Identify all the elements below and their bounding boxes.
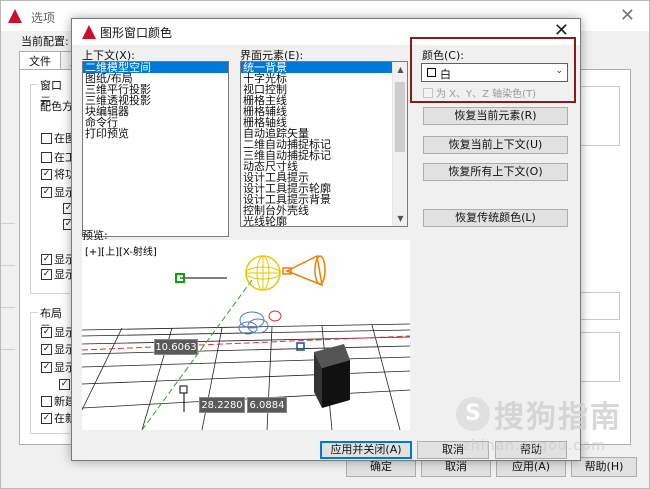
- checkbox[interactable]: [41, 395, 52, 407]
- checkbox-checked[interactable]: ✓: [41, 343, 52, 355]
- gridline: [1, 349, 15, 350]
- checkbox[interactable]: [423, 87, 433, 98]
- restore-current-element-button[interactable]: 恢复当前元素(R): [423, 107, 568, 125]
- gridline: [1, 223, 15, 224]
- chevron-down-icon: ⌄: [555, 66, 563, 76]
- gridline: [1, 265, 15, 266]
- checkbox-checked[interactable]: ✓: [41, 253, 52, 265]
- checkbox-checked[interactable]: ✓: [41, 268, 52, 280]
- dimension-input-box: 28.2280: [199, 397, 245, 413]
- dimension-input-box: 6.0884: [247, 397, 287, 413]
- dimension-input-box: 10.6063: [154, 339, 198, 355]
- color-scheme-label: 配色方: [40, 100, 73, 113]
- gridline: [1, 307, 15, 308]
- element-list-scrollbar[interactable]: ▲ ▼: [392, 62, 407, 226]
- tint-axes-label: 为 X、Y、Z 轴染色(T): [436, 89, 537, 100]
- checkbox-checked[interactable]: ✓: [41, 361, 52, 373]
- viewport-label: [+][上][X-射线]: [85, 247, 157, 258]
- scroll-up-icon[interactable]: ▲: [393, 62, 407, 77]
- restore-all-contexts-button[interactable]: 恢复所有上下文(O): [423, 163, 568, 181]
- checkbox-checked[interactable]: ✓: [41, 186, 52, 198]
- scroll-down-icon[interactable]: ▼: [393, 211, 407, 226]
- scroll-thumb[interactable]: [395, 82, 405, 152]
- watermark-text: 搜狗指南: [494, 400, 622, 435]
- watermark-url: zhinan.sogou.com: [462, 438, 606, 454]
- preview-scene: [82, 254, 410, 430]
- restore-classic-colors-button[interactable]: 恢复传统颜色(L): [423, 209, 568, 227]
- apply-and-close-button[interactable]: 应用并关闭(A): [320, 441, 412, 459]
- autocad-logo-icon: [8, 9, 22, 23]
- sub-checkbox[interactable]: ✓: [59, 377, 70, 391]
- options-close-icon[interactable]: ✕: [620, 5, 635, 26]
- context-list-item[interactable]: 打印预览: [83, 128, 228, 139]
- autocad-logo-icon: [82, 25, 96, 39]
- checkbox-checked[interactable]: ✓: [41, 326, 52, 338]
- tint-axes-checkbox[interactable]: 为 X、Y、Z 轴染色(T): [423, 85, 536, 100]
- watermark: S 搜狗指南: [456, 392, 622, 436]
- color-dropdown[interactable]: 白 ⌄: [421, 63, 568, 82]
- checkbox-checked[interactable]: ✓: [41, 168, 52, 180]
- interface-element-list[interactable]: 统一背景 十字光标 视口控制 栅格主线 栅格辅线 栅格轴线 自动追踪矢量 二维自动捕捉标记 三维…: [240, 61, 408, 227]
- sogou-logo-icon: S: [456, 397, 490, 431]
- checkbox-checked[interactable]: ✓: [59, 378, 70, 390]
- color-label: 颜色(C):: [422, 49, 464, 62]
- checkbox[interactable]: [41, 132, 52, 144]
- restore-current-context-button[interactable]: 恢复当前上下文(U): [423, 136, 568, 154]
- checkbox-checked[interactable]: ✓: [41, 412, 52, 424]
- context-list[interactable]: 二维模型空间 图纸/布局 三维平行投影 三维透视投影 块编辑器 命令行 打印预览: [82, 61, 229, 237]
- options-title: 选项: [31, 11, 56, 25]
- white-swatch-icon: [427, 68, 436, 77]
- tab-files[interactable]: 文件: [19, 51, 61, 69]
- element-items: 统一背景 十字光标 视口控制 栅格主线 栅格辅线 栅格轴线 自动追踪矢量 二维自动捕捉标记 三维…: [241, 62, 392, 226]
- preview-viewport: [+][上][X-射线] 10.6063 28.2280 6.0884: [82, 240, 410, 430]
- checkbox[interactable]: [41, 151, 52, 163]
- color-value: 白: [440, 68, 451, 81]
- element-list-item[interactable]: 光线轮廓: [241, 216, 392, 226]
- current-profile-label: 当前配置:: [21, 35, 69, 48]
- dialog-title: 图形窗口颜色: [100, 26, 173, 40]
